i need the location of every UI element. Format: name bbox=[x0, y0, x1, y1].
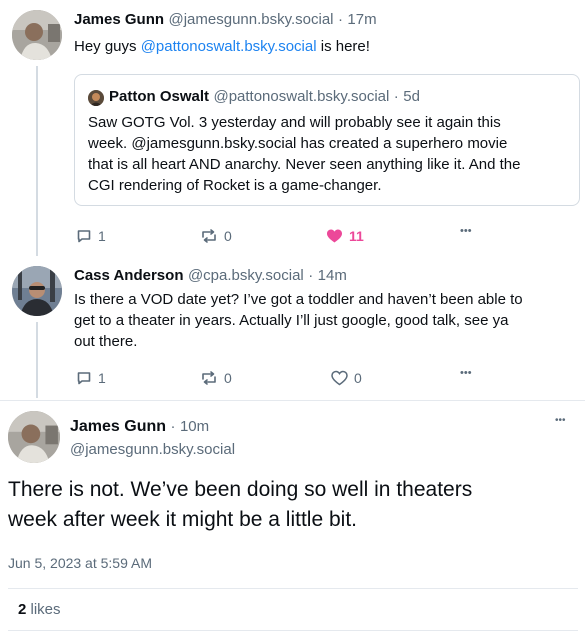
thread-line bbox=[36, 322, 38, 398]
like-button[interactable]: 0 bbox=[331, 370, 362, 386]
separator-dot: · bbox=[170, 418, 176, 435]
reply-button[interactable]: 1 bbox=[76, 228, 106, 244]
author-name[interactable]: James Gunn bbox=[74, 11, 164, 28]
divider bbox=[8, 630, 578, 631]
author-name[interactable]: James Gunn bbox=[70, 418, 166, 435]
avatar-james-gunn[interactable] bbox=[12, 10, 62, 60]
avatar-patton-oswalt[interactable] bbox=[88, 90, 104, 106]
quote-header: Patton Oswalt @pattonoswalt.bsky.social … bbox=[109, 88, 420, 106]
post2-header: Cass Anderson @cpa.bsky.social · 14m bbox=[74, 267, 347, 285]
more-options-button[interactable]: ••• bbox=[460, 225, 472, 237]
more-options-button[interactable]: ••• bbox=[460, 367, 472, 379]
avatar-cass-anderson[interactable] bbox=[12, 266, 62, 316]
separator-dot: · bbox=[393, 88, 399, 105]
quoted-post[interactable]: Patton Oswalt @pattonoswalt.bsky.social … bbox=[74, 74, 580, 206]
heart-icon bbox=[331, 370, 348, 386]
reply-count: 1 bbox=[98, 370, 106, 386]
heart-icon bbox=[327, 229, 342, 243]
reply-button[interactable]: 1 bbox=[76, 370, 106, 386]
mention-link[interactable]: @pattonoswalt.bsky.social bbox=[141, 38, 317, 55]
quote-text: Saw GOTG Vol. 3 yesterday and will proba… bbox=[88, 112, 520, 196]
separator-dot: · bbox=[308, 267, 314, 284]
post1-text: Hey guys @pattonoswalt.bsky.social is he… bbox=[74, 36, 370, 57]
post3-header: James Gunn · 10m bbox=[70, 418, 209, 436]
post-time[interactable]: 10m bbox=[180, 418, 209, 435]
thread-line bbox=[36, 66, 38, 256]
likes-number: 2 bbox=[18, 601, 27, 618]
post1-text-after: is here! bbox=[316, 38, 370, 55]
quote-line: Saw GOTG Vol. 3 yesterday and will proba… bbox=[88, 114, 501, 131]
author-handle[interactable]: @jamesgunn.bsky.social bbox=[70, 441, 235, 458]
separator-dot: · bbox=[337, 11, 343, 28]
reply-count: 1 bbox=[98, 228, 106, 244]
repost-count: 0 bbox=[224, 228, 232, 244]
likes-label: likes bbox=[30, 601, 61, 618]
more-icon: ••• bbox=[555, 415, 566, 426]
like-button[interactable]: 11 bbox=[326, 228, 364, 244]
repost-count: 0 bbox=[224, 370, 232, 386]
reply-icon bbox=[77, 230, 91, 243]
post3-text: There is not. We’ve been doing so well i… bbox=[8, 475, 472, 535]
post2-text: Is there a VOD date yet? I’ve got a todd… bbox=[74, 289, 523, 352]
like-count: 11 bbox=[349, 228, 364, 244]
post-time[interactable]: 14m bbox=[318, 267, 347, 284]
more-options-button[interactable]: ••• bbox=[555, 415, 566, 426]
like-count: 0 bbox=[354, 370, 362, 386]
post-line: Is there a VOD date yet? I’ve got a todd… bbox=[74, 291, 523, 308]
post-time[interactable]: 17m bbox=[347, 11, 376, 28]
post-line: out there. bbox=[74, 333, 138, 350]
repost-icon bbox=[202, 229, 216, 243]
quote-author-handle[interactable]: @pattonoswalt.bsky.social bbox=[213, 88, 389, 105]
quote-line: CGI rendering of Rocket is a game-change… bbox=[88, 177, 382, 194]
post1-header: James Gunn @jamesgunn.bsky.social · 17m bbox=[74, 11, 377, 29]
divider bbox=[0, 400, 585, 401]
quote-line: that is all heart AND anarchy. Never see… bbox=[88, 156, 521, 173]
likes-count[interactable]: 2 likes bbox=[18, 601, 61, 618]
author-name[interactable]: Cass Anderson bbox=[74, 267, 183, 284]
quote-author-name[interactable]: Patton Oswalt bbox=[109, 88, 209, 105]
more-icon: ••• bbox=[460, 367, 472, 379]
post-line: get to a theater in years. Actually I’ll… bbox=[74, 312, 509, 329]
repost-button[interactable]: 0 bbox=[200, 228, 232, 244]
author-handle[interactable]: @jamesgunn.bsky.social bbox=[168, 11, 333, 28]
post-line: There is not. We’ve been doing so well i… bbox=[8, 478, 473, 501]
repost-button[interactable]: 0 bbox=[200, 370, 232, 386]
more-icon: ••• bbox=[460, 225, 472, 237]
post-line: week after week it might be a little bit… bbox=[8, 508, 357, 531]
post-timestamp: Jun 5, 2023 at 5:59 AM bbox=[8, 555, 152, 571]
divider bbox=[8, 588, 578, 589]
author-handle[interactable]: @cpa.bsky.social bbox=[188, 267, 304, 284]
quote-time[interactable]: 5d bbox=[403, 88, 420, 105]
reply-icon bbox=[77, 372, 91, 385]
quote-line: week. @jamesgunn.bsky.social has created… bbox=[88, 135, 508, 152]
repost-icon bbox=[202, 371, 216, 385]
avatar-james-gunn[interactable] bbox=[8, 411, 60, 463]
post1-text-before: Hey guys bbox=[74, 38, 141, 55]
